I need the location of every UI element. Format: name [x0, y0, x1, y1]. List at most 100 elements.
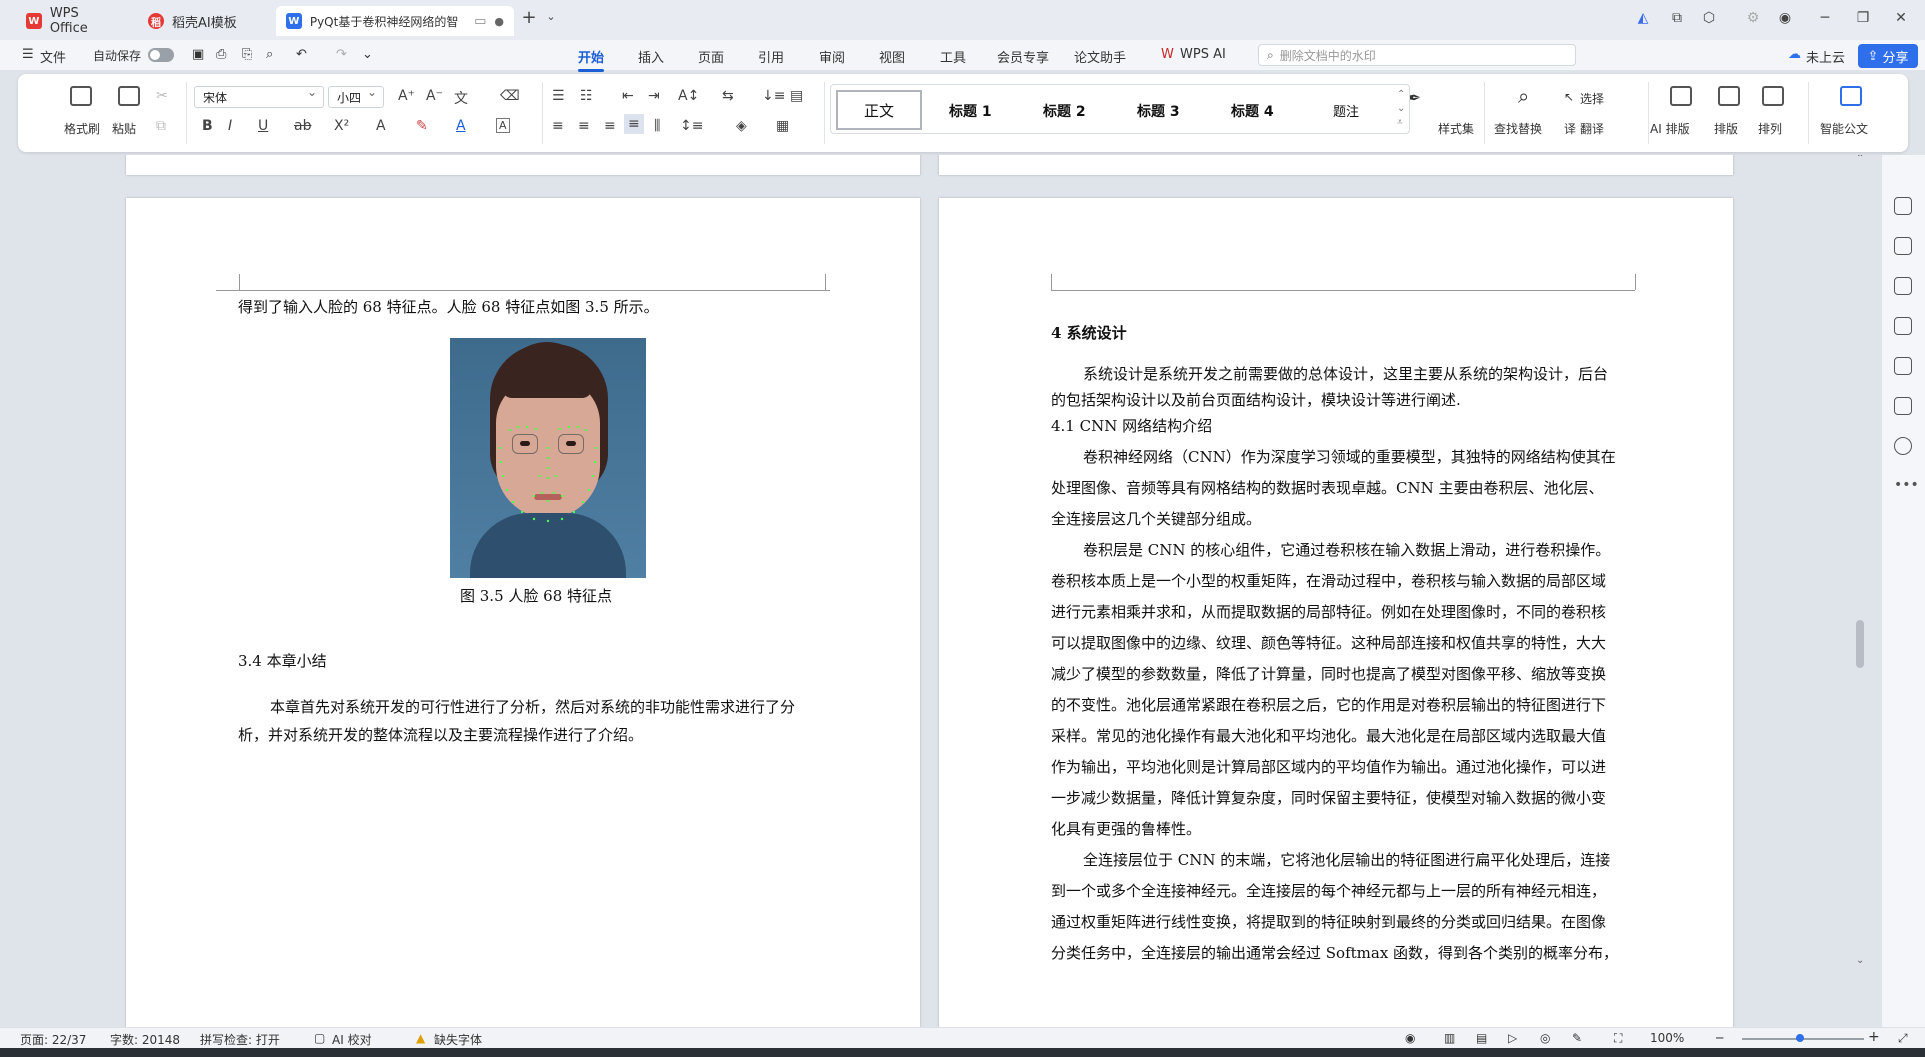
search-input[interactable]: ⌕ 删除文档中的水印 — [1258, 44, 1576, 66]
shrink-font-icon[interactable]: A⁻ — [426, 88, 443, 104]
translate-label[interactable]: 翻译 — [1580, 120, 1604, 137]
spell-check[interactable]: 拼写检查: 打开 — [200, 1031, 280, 1048]
style-heading-4[interactable]: 标题 4 — [1231, 101, 1274, 121]
share-button[interactable]: ⇪ 分享 — [1858, 44, 1918, 68]
zoom-slider-thumb[interactable] — [1796, 1034, 1804, 1042]
more-chevron-icon[interactable]: ⌄ — [362, 47, 373, 62]
tab-wps-office[interactable]: W WPS Office — [16, 6, 130, 36]
align-center-icon[interactable]: ≡ — [578, 118, 590, 134]
indent-icon[interactable]: ⇥ — [648, 88, 660, 104]
menu-tools[interactable]: 工具 — [940, 47, 966, 66]
style-set-label[interactable]: 样式集 — [1438, 120, 1474, 137]
font-name-select[interactable]: 宋体 — [194, 85, 324, 108]
fit-icon[interactable]: ⛶ — [1614, 1031, 1622, 1046]
paste-label[interactable]: 粘贴 — [112, 120, 136, 137]
superscript-icon[interactable]: X² — [334, 118, 349, 134]
font-color-icon[interactable]: A — [456, 118, 466, 134]
save-icon[interactable]: ▣ — [192, 47, 204, 62]
scroll-up-icon[interactable]: ⌃ — [1856, 155, 1864, 164]
style-heading-3[interactable]: 标题 3 — [1137, 101, 1180, 121]
cube-icon[interactable]: ⬡ — [1698, 10, 1720, 26]
find-replace-label[interactable]: 查找替换 — [1494, 120, 1542, 137]
cloud-status[interactable]: 未上云 — [1806, 47, 1845, 66]
menu-insert[interactable]: 插入 — [638, 47, 664, 66]
direction-icon[interactable]: ⇆ — [722, 88, 734, 104]
layout-icon[interactable] — [1718, 86, 1740, 106]
zoom-in-icon[interactable]: + — [1868, 1029, 1880, 1045]
layout-label[interactable]: 排版 — [1714, 120, 1738, 137]
sort-icon[interactable]: A↕ — [678, 88, 699, 104]
menu-reference[interactable]: 引用 — [758, 47, 784, 66]
edit-icon[interactable] — [1894, 197, 1912, 215]
menu-view[interactable]: 视图 — [879, 47, 905, 66]
char-border-icon[interactable]: A — [496, 118, 510, 133]
format-painter-label[interactable]: 格式刷 — [64, 120, 100, 137]
smart-doc-label[interactable]: 智能公文 — [1820, 120, 1868, 137]
help-icon[interactable] — [1894, 437, 1912, 455]
zoom-level[interactable]: 100% — [1650, 1031, 1684, 1045]
ai-layout-label[interactable]: AI 排版 — [1650, 120, 1690, 137]
tab-template[interactable]: 稻 稻壳AI模板 — [138, 6, 268, 36]
settings-icon[interactable]: ⚙ — [1742, 10, 1764, 26]
italic-icon[interactable]: I — [228, 118, 232, 134]
zoom-out-icon[interactable]: ─ — [1716, 1031, 1723, 1045]
page-right[interactable]: 4 系统设计 系统设计是系统开发之前需要做的总体设计，这里主要从系统的架构设计，… — [939, 198, 1733, 1027]
pointer-icon[interactable] — [1894, 237, 1912, 255]
highlight-icon[interactable]: ✎ — [416, 118, 428, 134]
ai-icon[interactable]: ◭ — [1632, 10, 1654, 26]
numbered-list-icon[interactable]: ☷ — [580, 88, 593, 104]
minimize-icon[interactable]: ─ — [1814, 10, 1836, 26]
sort-order-icon[interactable]: ↓≡ — [762, 88, 785, 104]
undo-icon[interactable]: ↶ — [296, 47, 307, 62]
redo-icon[interactable]: ↷ — [336, 47, 347, 62]
cut-icon[interactable]: ✂ — [156, 88, 168, 104]
copy-icon[interactable]: ⧉ — [156, 118, 166, 134]
missing-font[interactable]: 缺失字体 — [434, 1031, 482, 1048]
font-size-select[interactable]: 小四 — [328, 85, 384, 108]
chevron-down-icon[interactable]: ⌄ — [540, 10, 562, 23]
star-icon[interactable] — [1894, 317, 1912, 335]
select-label[interactable]: 选择 — [1580, 90, 1604, 107]
close-icon[interactable]: ✕ — [1890, 10, 1912, 26]
shirt-icon[interactable] — [1894, 397, 1912, 415]
unsaved-dot-icon[interactable]: ● — [494, 15, 504, 28]
preview-icon[interactable]: ⌕ — [266, 47, 273, 62]
menu-wps-ai[interactable]: WPS AI — [1180, 47, 1226, 62]
gallery-up-icon[interactable]: ⌃ — [1397, 89, 1405, 100]
menu-review[interactable]: 审阅 — [819, 47, 845, 66]
menu-page[interactable]: 页面 — [698, 47, 724, 66]
restore-icon[interactable]: ❐ — [1852, 10, 1874, 26]
grow-font-icon[interactable]: A⁺ — [398, 88, 415, 104]
menu-member[interactable]: 会员专享 — [997, 47, 1049, 66]
page-view-icon[interactable]: ▥ — [1444, 1031, 1455, 1045]
export-icon[interactable]: ⎙ — [216, 47, 226, 62]
page-indicator[interactable]: 页面: 22/37 — [20, 1031, 86, 1048]
paste-icon[interactable] — [118, 86, 140, 106]
web-view-icon[interactable]: ▤ — [1476, 1031, 1487, 1045]
find-icon[interactable]: ⌕ — [1518, 84, 1529, 108]
play-icon[interactable]: ▷ — [1508, 1031, 1517, 1045]
smart-doc-icon[interactable] — [1840, 86, 1862, 106]
image-icon[interactable] — [1894, 357, 1912, 375]
gallery-more-icon[interactable]: ⩡ — [1397, 117, 1403, 128]
gallery-down-icon[interactable]: ⌄ — [1397, 103, 1405, 114]
clear-format-icon[interactable]: ⌫ — [500, 88, 520, 104]
avatar[interactable]: ◉ — [1774, 10, 1796, 26]
bullet-list-icon[interactable]: ☰ — [552, 88, 565, 104]
print-icon[interactable]: ⎘ — [242, 47, 252, 62]
expand-icon[interactable]: ⤢ — [1898, 1031, 1908, 1046]
align-left-icon[interactable]: ≡ — [552, 118, 564, 134]
more-icon[interactable]: ••• — [1894, 477, 1919, 493]
underline-icon[interactable]: U — [258, 118, 268, 134]
menu-start[interactable]: 开始 — [578, 47, 605, 72]
style-normal[interactable]: 正文 — [836, 90, 922, 130]
scroll-down-icon[interactable]: ⌄ — [1856, 955, 1864, 966]
menu-thesis[interactable]: 论文助手 — [1074, 47, 1126, 66]
window-icon[interactable]: ⧉ — [1666, 10, 1688, 26]
format-painter-icon[interactable] — [70, 86, 92, 106]
eye-icon[interactable]: ◉ — [1405, 1031, 1415, 1045]
text-effect-icon[interactable]: A — [376, 118, 386, 134]
phonetic-icon[interactable]: 文 — [454, 88, 468, 108]
adjust-icon[interactable] — [1894, 277, 1912, 295]
file-menu[interactable]: 文件 — [40, 47, 66, 66]
